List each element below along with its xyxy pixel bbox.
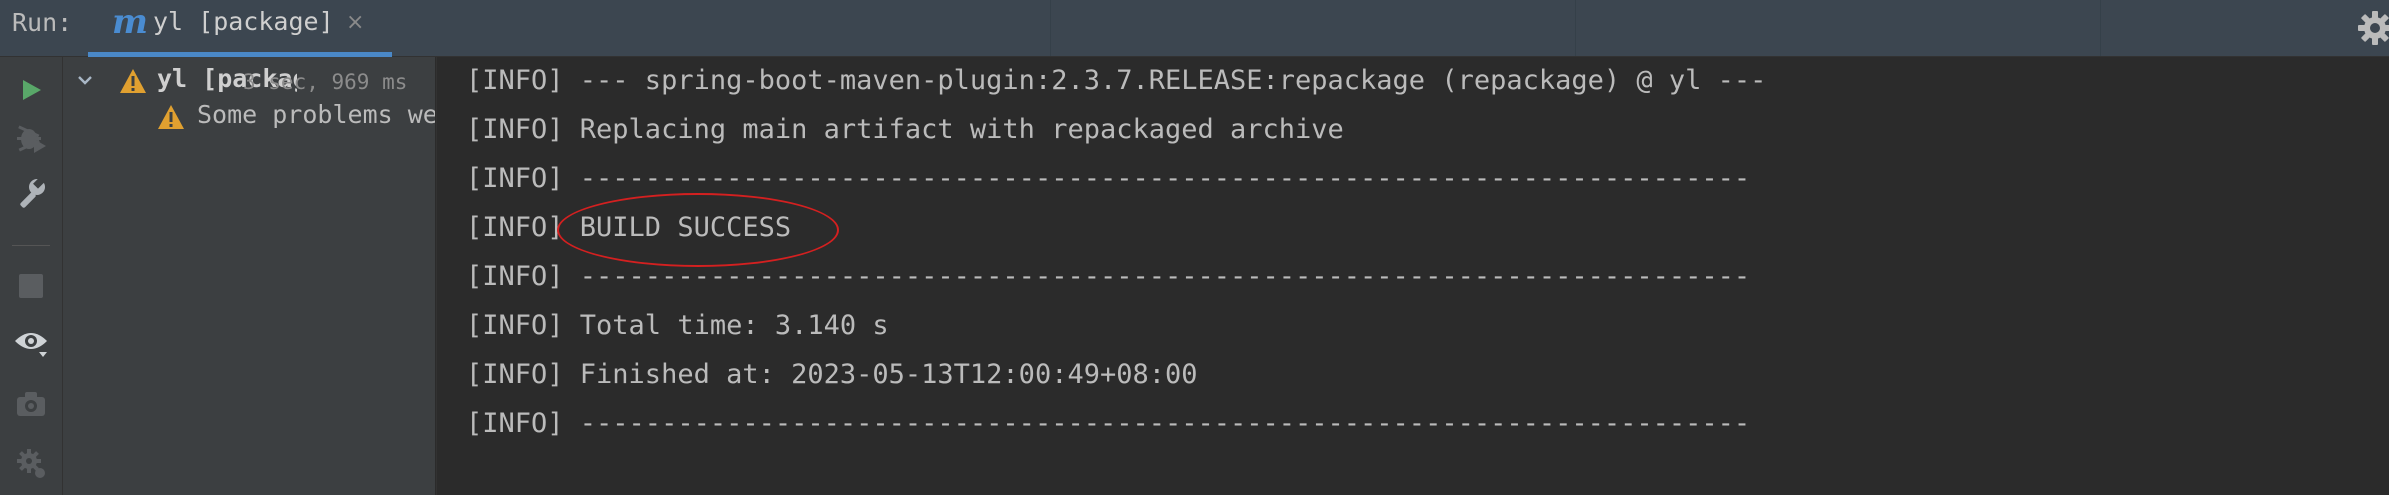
run-tool-window-header: Run: m yl [package] ×	[0, 0, 2389, 57]
chevron-down-icon[interactable]	[73, 68, 97, 92]
rerun-icon[interactable]	[10, 69, 52, 111]
tree-node-warning[interactable]: Some problems were encountered while bui…	[63, 100, 435, 136]
log-line: [INFO] Finished at: 2023-05-13T12:00:49+…	[466, 359, 1198, 390]
maven-icon: m	[112, 2, 148, 42]
stop-icon[interactable]	[10, 265, 52, 307]
settings-icon[interactable]	[10, 442, 52, 484]
header-divider	[2100, 0, 2101, 56]
log-line: [INFO] ---------------------------------…	[466, 261, 1751, 292]
eye-icon[interactable]	[10, 322, 52, 364]
console-output[interactable]: [INFO] --- spring-boot-maven-plugin:2.3.…	[436, 57, 2389, 495]
tree-node-label: Some problems were encountered while bui…	[197, 100, 435, 129]
debug-rerun-icon[interactable]	[10, 117, 52, 159]
log-line: [INFO] Total time: 3.140 s	[466, 310, 889, 341]
elapsed-time: 3 sec, 969 ms	[243, 70, 408, 94]
warning-icon	[157, 103, 185, 131]
build-success-highlight-ellipse	[557, 193, 839, 267]
log-line: [INFO] Replacing main artifact with repa…	[466, 114, 1344, 145]
log-line: [INFO] --- spring-boot-maven-plugin:2.3.…	[466, 65, 1767, 96]
tab-title: yl [package]	[153, 7, 334, 36]
run-label: Run:	[12, 8, 73, 37]
log-line: [INFO] ---------------------------------…	[466, 408, 1751, 439]
toolbar-separator	[12, 245, 50, 246]
tab-yl-package[interactable]: m yl [package] ×	[88, 0, 392, 57]
run-toolbar	[0, 57, 63, 495]
build-tree: yl [package] 3 sec, 969 ms Some problems…	[63, 57, 435, 495]
header-divider	[1050, 0, 1051, 56]
settings-gear-icon[interactable]	[2355, 8, 2389, 48]
camera-icon[interactable]	[10, 383, 52, 425]
tree-node-root[interactable]: yl [package] 3 sec, 969 ms	[63, 64, 435, 100]
warning-icon	[119, 67, 147, 95]
header-divider	[1575, 0, 1576, 56]
wrench-icon[interactable]	[10, 172, 52, 214]
close-icon[interactable]: ×	[346, 10, 364, 35]
